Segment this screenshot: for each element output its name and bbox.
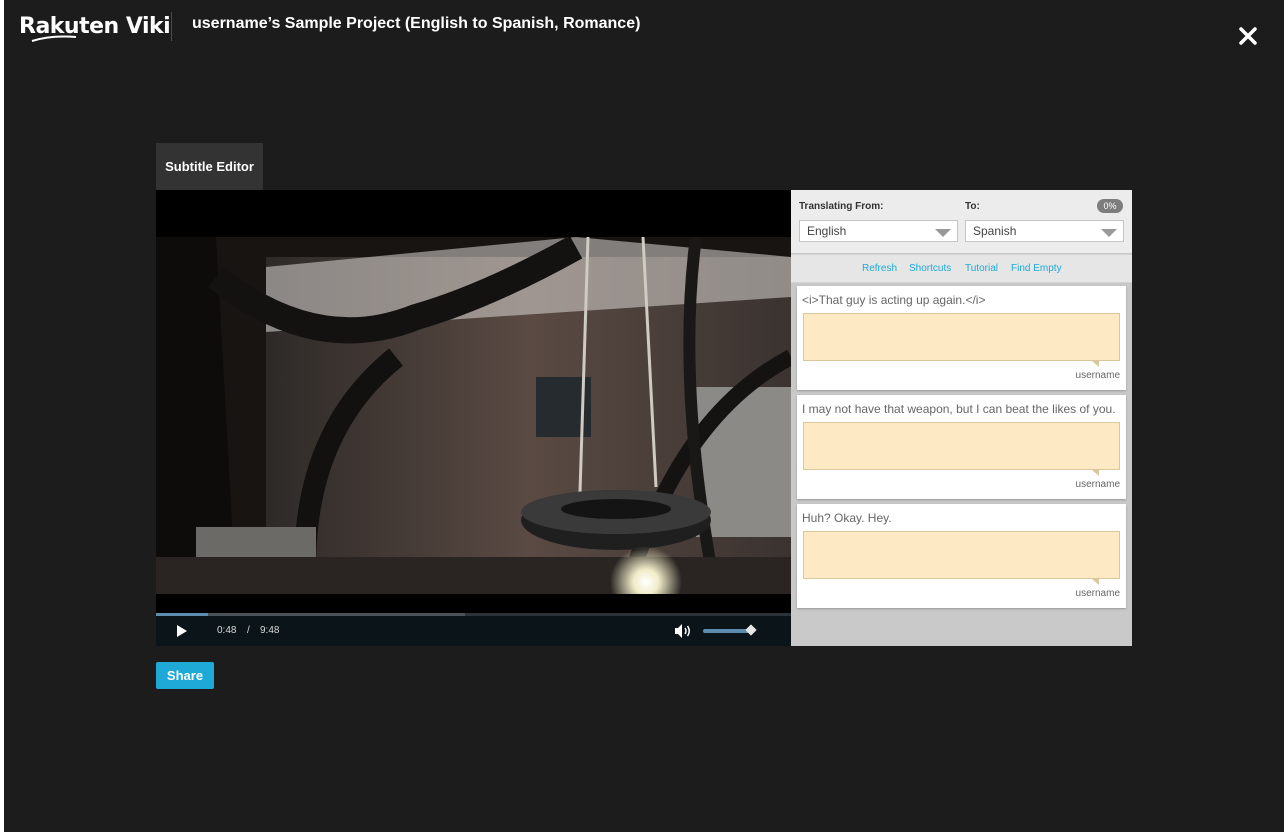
- target-language-value: Spanish: [973, 224, 1017, 238]
- shortcuts-link[interactable]: Shortcuts: [909, 263, 951, 274]
- translating-from-label: Translating From:: [799, 201, 884, 212]
- subtitle-source-text: Huh? Okay. Hey.: [802, 511, 892, 525]
- share-button[interactable]: Share: [156, 662, 214, 689]
- completion-badge: 0%: [1097, 199, 1123, 213]
- header-divider: [171, 12, 172, 41]
- play-icon: [177, 625, 187, 637]
- tutorial-link[interactable]: Tutorial: [965, 263, 998, 274]
- chevron-down-icon: [935, 229, 951, 237]
- video-frame[interactable]: [156, 237, 791, 594]
- translation-input[interactable]: [803, 422, 1120, 470]
- subtitle-source-text: I may not have that weapon, but I can be…: [802, 402, 1116, 416]
- current-time: 0:48: [217, 625, 237, 636]
- subtitle-card: I may not have that weapon, but I can be…: [797, 395, 1126, 499]
- subtitle-card: <i>That guy is acting up again.</i> user…: [797, 286, 1126, 390]
- duration: 9:48: [260, 625, 280, 636]
- subtitle-author: username: [1075, 370, 1120, 381]
- target-language-select[interactable]: Spanish: [965, 220, 1124, 242]
- project-title: username’s Sample Project (English to Sp…: [192, 15, 641, 32]
- brand-swoosh-icon: [31, 35, 77, 42]
- subtitle-card: Huh? Okay. Hey. username: [797, 504, 1126, 608]
- tab-subtitle-editor[interactable]: Subtitle Editor: [156, 143, 263, 190]
- volume-button[interactable]: [674, 623, 692, 639]
- subtitle-source-text: <i>That guy is acting up again.</i>: [802, 293, 986, 307]
- subtitle-author: username: [1075, 588, 1120, 599]
- speech-tail: [1092, 470, 1099, 476]
- language-header: Translating From: To: 0% English Spanish: [791, 190, 1132, 253]
- source-language-select[interactable]: English: [799, 220, 958, 242]
- subtitle-author: username: [1075, 479, 1120, 490]
- source-language-value: English: [807, 224, 847, 238]
- time-separator: /: [247, 625, 250, 636]
- player-controls: 0:48 / 9:48: [156, 616, 791, 646]
- volume-slider[interactable]: [703, 629, 751, 633]
- translation-input[interactable]: [803, 531, 1120, 579]
- find-empty-link[interactable]: Find Empty: [1011, 263, 1062, 274]
- brand-logo[interactable]: Rakuten Viki: [19, 10, 171, 42]
- refresh-link[interactable]: Refresh: [862, 263, 897, 274]
- volume-slider-handle[interactable]: [745, 624, 757, 636]
- panel-toolbar: Refresh Shortcuts Tutorial Find Empty: [791, 254, 1132, 283]
- translation-input[interactable]: [803, 313, 1120, 361]
- close-icon: [1239, 27, 1257, 45]
- speech-tail: [1092, 361, 1099, 367]
- play-button[interactable]: [174, 624, 188, 638]
- speech-tail: [1092, 579, 1099, 585]
- app-window: Rakuten Viki username’s Sample Project (…: [4, 0, 1284, 832]
- chevron-down-icon: [1101, 229, 1117, 237]
- video-player[interactable]: 0:48 / 9:48: [156, 190, 791, 646]
- translating-to-label: To:: [965, 201, 980, 212]
- volume-icon: [675, 624, 690, 638]
- close-button[interactable]: [1236, 24, 1260, 48]
- translation-panel: Translating From: To: 0% English Spanish…: [791, 190, 1132, 646]
